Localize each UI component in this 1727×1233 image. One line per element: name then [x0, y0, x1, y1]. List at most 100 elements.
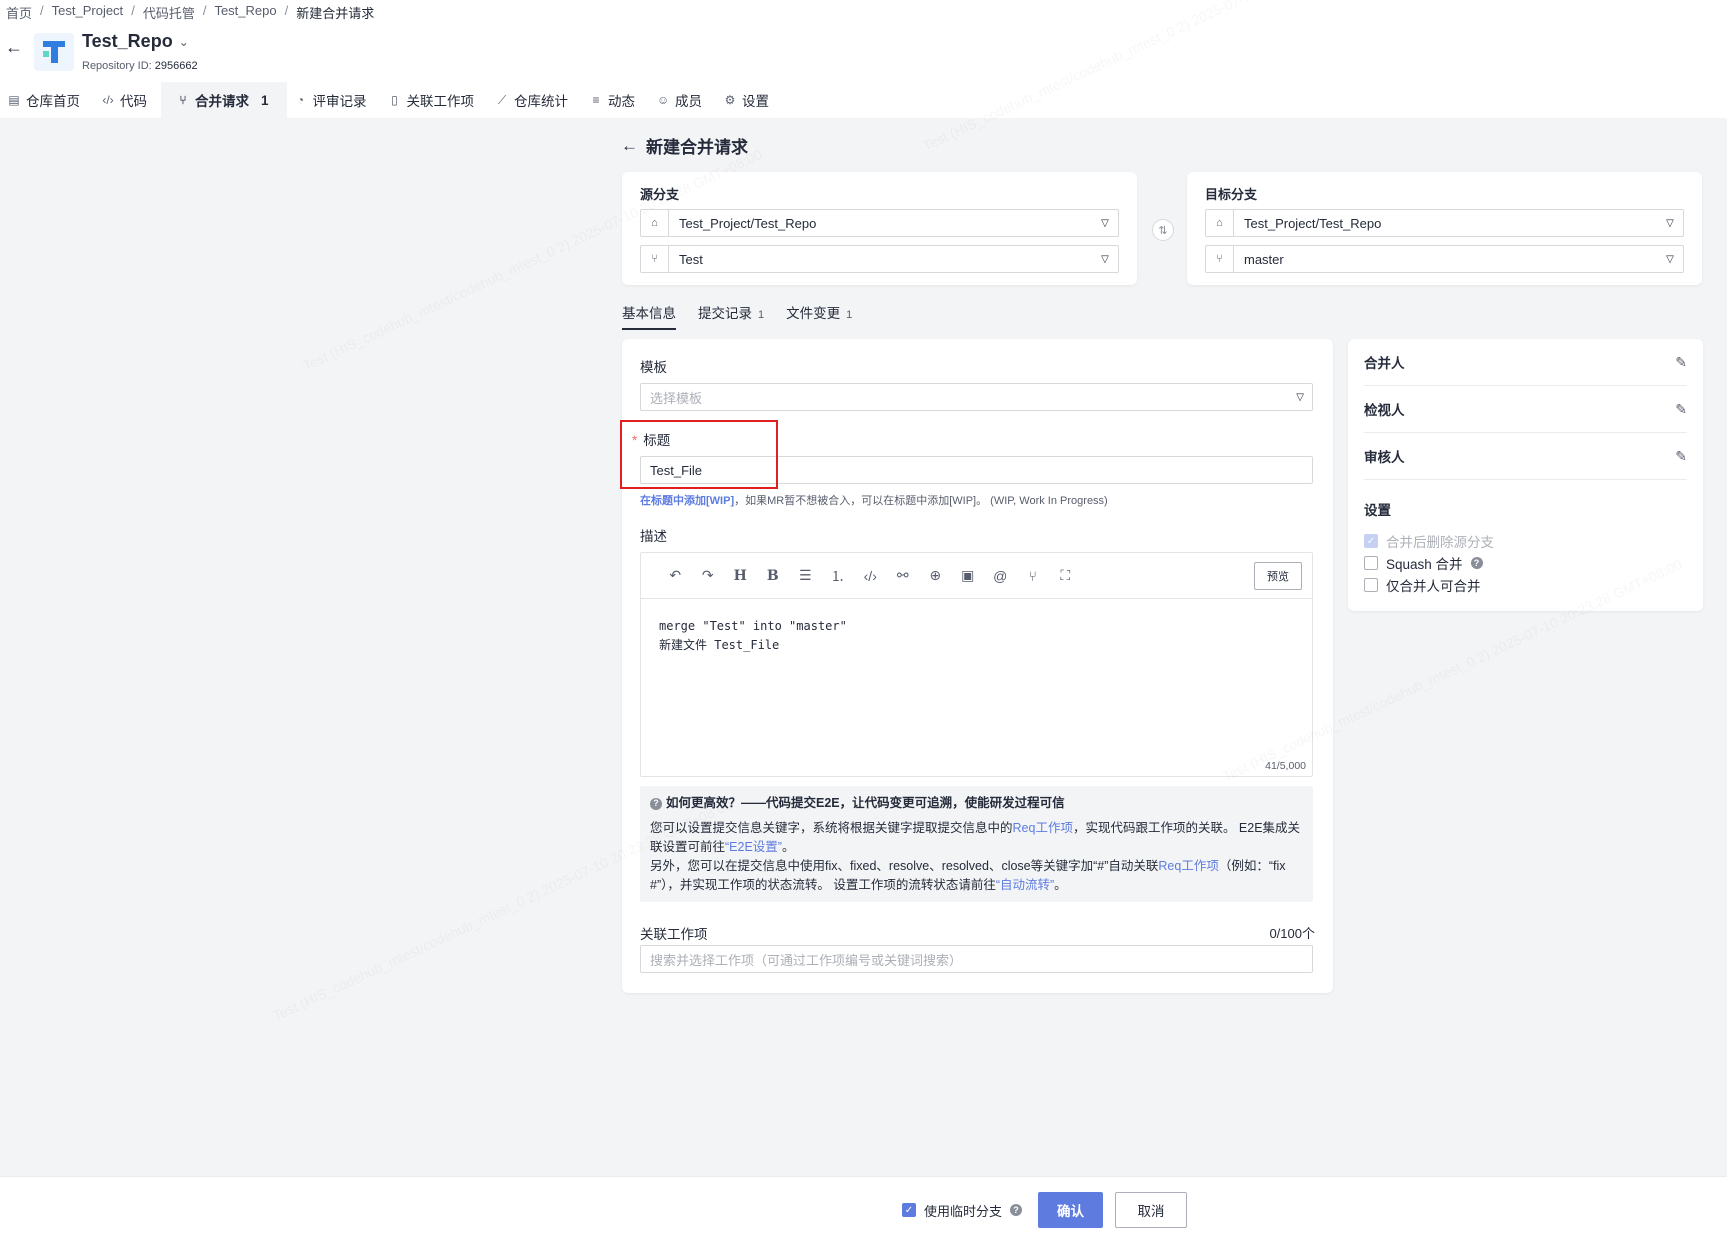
redo-icon[interactable]: ↷ [692, 567, 725, 584]
add-wip-link[interactable]: 在标题中添加[WIP] [640, 495, 734, 507]
nav-code[interactable]: ‹/› 代码 [94, 82, 161, 118]
e2e-settings-link[interactable]: “E2E设置” [725, 840, 782, 854]
target-branch-select[interactable]: ⑂ master ▽ [1205, 245, 1684, 273]
merger-label: 合并人 [1364, 356, 1405, 371]
nav-linked-workitems[interactable]: ▯ 关联工作项 [381, 82, 489, 118]
merge-request-icon: ⑂ [179, 93, 187, 107]
help-icon[interactable]: ? [1010, 1204, 1023, 1216]
preview-button[interactable]: 预览 [1254, 562, 1302, 590]
chevron-down-icon: ⌄ [178, 34, 189, 49]
repo-id: Repository ID: 2956662 [82, 60, 198, 72]
cancel-button[interactable]: 取消 [1115, 1192, 1188, 1228]
back-arrow-icon[interactable]: ← [4, 37, 24, 57]
user-icon: ☺ [657, 93, 670, 107]
document-icon: ▯ [391, 93, 398, 107]
confirm-button[interactable]: 确认 [1038, 1192, 1104, 1228]
bold-icon[interactable]: B [757, 568, 790, 584]
tip-text: 您可以设置提交信息关键字，系统将根据关键字提取提交信息中的 [650, 821, 1013, 835]
description-editor: ↶ ↷ H B ☰ ⒈ ‹/› ⚯ ⊕ ▣ @ ⑂ ⛶ 预览 merge "Te… [640, 552, 1313, 777]
fullscreen-icon[interactable]: ⛶ [1049, 567, 1082, 584]
auto-transition-link[interactable]: “自动流转” [996, 878, 1054, 892]
checkbox-icon[interactable] [1364, 556, 1378, 570]
tip-title: ? 如何更高效？——代码提交E2E，让代码变更可追溯，使能研发过程可信 [650, 794, 1303, 813]
squash-merge-option[interactable]: Squash 合并 ? [1364, 553, 1483, 573]
template-placeholder: 选择模板 [650, 390, 703, 406]
wip-hint: 在标题中添加[WIP]，如果MR暂不想被合入，可以在标题中添加[WIP]。 (W… [640, 492, 1108, 508]
repo-switcher[interactable]: Test_Repo ⌄ [82, 31, 189, 52]
breadcrumb-codehub[interactable]: 代码托管 [143, 3, 195, 22]
source-repo-select[interactable]: ⌂ Test_Project/Test_Repo ▽ [640, 209, 1119, 237]
repo-logo [34, 33, 74, 71]
req-workitem-link[interactable]: Req工作项 [1013, 821, 1073, 835]
tab-file-changes[interactable]: 文件变更 1 [786, 302, 852, 330]
nav-label: 仓库首页 [26, 94, 80, 109]
breadcrumb-home[interactable]: 首页 [6, 3, 32, 22]
req-workitem-link[interactable]: Req工作项 [1158, 859, 1218, 873]
undo-icon[interactable]: ↶ [659, 567, 692, 584]
swap-branches-icon[interactable]: ⇅ [1152, 219, 1174, 241]
heading-icon[interactable]: H [724, 568, 757, 584]
repo-id-value: 2956662 [154, 60, 198, 72]
tab-label: 文件变更 [786, 306, 841, 321]
tab-commits[interactable]: 提交记录 1 [698, 302, 764, 330]
checkbox-icon[interactable] [1364, 578, 1378, 592]
target-repo-value: Test_Project/Test_Repo [1244, 215, 1382, 231]
repo-icon: ⌂ [641, 210, 669, 236]
tab-label: 基本信息 [622, 306, 676, 321]
help-icon: ? [650, 797, 662, 810]
edit-reviewer-icon[interactable]: ✎ [1675, 401, 1687, 418]
target-repo-select[interactable]: ⌂ Test_Project/Test_Repo ▽ [1205, 209, 1684, 237]
edit-approver-icon[interactable]: ✎ [1675, 448, 1687, 465]
approver-label: 审核人 [1364, 450, 1405, 465]
template-select[interactable]: 选择模板 ▽ [640, 383, 1313, 411]
chevron-down-icon: ▽ [1666, 253, 1674, 265]
description-line: 新建文件 Test_File [659, 638, 780, 652]
repo-name: Test_Repo [82, 31, 173, 51]
tip-title-text: 如何更高效？——代码提交E2E，让代码变更可追溯，使能研发过程可信 [666, 796, 1065, 810]
breadcrumb-repo[interactable]: Test_Repo [214, 3, 276, 22]
code-icon[interactable]: ‹/› [854, 568, 887, 584]
image-icon[interactable]: ▣ [952, 567, 985, 584]
nav-review-records[interactable]: ◔ 评审记录 [287, 82, 381, 118]
link-icon[interactable]: ⚯ [887, 567, 920, 584]
bullet-list-icon[interactable]: ☰ [789, 567, 822, 584]
mention-icon[interactable]: @ [984, 568, 1017, 584]
nav-activity[interactable]: ≡ 动态 [582, 82, 649, 118]
chevron-down-icon: ▽ [1101, 253, 1109, 265]
nav-label: 代码 [120, 94, 147, 109]
title-label-text: 标题 [643, 433, 671, 448]
ordered-list-icon[interactable]: ⒈ [822, 566, 855, 586]
workitem-count: 0/100个 [1269, 926, 1315, 941]
breadcrumb-current: 新建合并请求 [296, 6, 375, 21]
merger-only-option[interactable]: 仅合并人可合并 [1364, 575, 1481, 595]
title-input[interactable]: Test_File [640, 456, 1313, 484]
footer-bar: ✓ 使用临时分支 ? 确认 取消 [0, 1176, 1727, 1233]
page-title: ← 新建合并请求 [621, 133, 748, 158]
nav-repo-stats[interactable]: ⟋ 仓库统计 [488, 82, 582, 118]
nav-members[interactable]: ☺ 成员 [649, 82, 716, 118]
reviewer-label: 检视人 [1364, 403, 1405, 418]
insert-block-icon[interactable]: ⊕ [919, 567, 952, 584]
workitem-search-input[interactable]: 搜索并选择工作项（可通过工作项编号或关键词搜索） [640, 945, 1313, 973]
breadcrumb-project[interactable]: Test_Project [52, 3, 124, 22]
option-label: 合并后删除源分支 [1386, 535, 1494, 550]
source-repo-value: Test_Project/Test_Repo [679, 215, 817, 231]
edit-merger-icon[interactable]: ✎ [1675, 354, 1687, 371]
source-branch-select[interactable]: ⑂ Test ▽ [640, 245, 1119, 273]
description-textarea[interactable]: merge "Test" into "master" 新建文件 Test_File [641, 599, 1312, 673]
source-branch-value: Test [679, 251, 703, 267]
settings-label: 设置 [1364, 503, 1391, 518]
temp-branch-checkbox[interactable]: ✓ [902, 1203, 916, 1217]
nav-merge-requests[interactable]: ⑂ 合并请求 1 [161, 82, 287, 118]
merge-request-icon[interactable]: ⑂ [1017, 568, 1050, 584]
help-icon[interactable]: ? [1470, 557, 1483, 569]
nav-label: 仓库统计 [514, 94, 569, 109]
back-arrow-icon[interactable]: ← [621, 136, 638, 156]
nav-repo-home[interactable]: ▤ 仓库首页 [0, 82, 94, 118]
nav-settings[interactable]: ⚙ 设置 [716, 82, 783, 118]
char-count: 41/5,000 [1265, 760, 1306, 772]
tab-basic-info[interactable]: 基本信息 [622, 302, 676, 330]
description-label: 描述 [640, 529, 667, 544]
target-branch-card: 目标分支 ⌂ Test_Project/Test_Repo ▽ ⑂ master… [1187, 172, 1702, 285]
mr-tabs: 基本信息 提交记录 1 文件变更 1 [622, 302, 852, 330]
